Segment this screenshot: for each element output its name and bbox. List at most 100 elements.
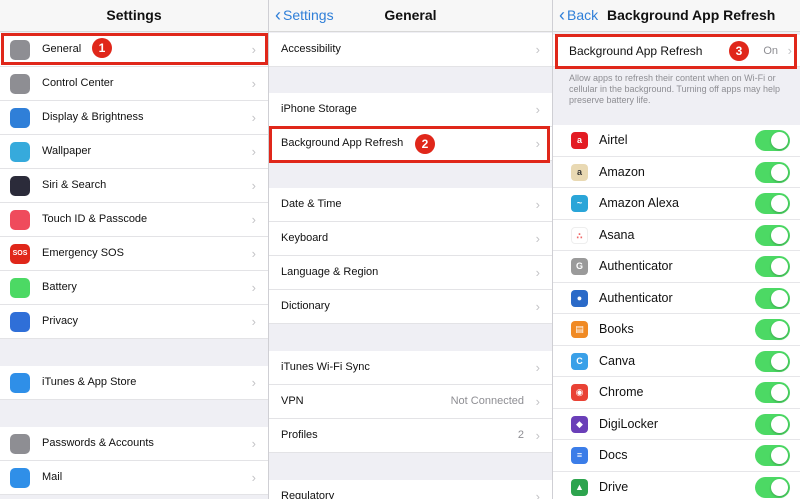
- chevron-right-icon: ›: [535, 231, 540, 246]
- fingerprint-icon: [10, 210, 30, 230]
- settings-item[interactable]: Battery ›: [0, 271, 268, 305]
- app-refresh-toggle[interactable]: [755, 476, 790, 498]
- toggle-knob: [771, 258, 788, 275]
- chevron-right-icon: ›: [535, 265, 540, 280]
- settings-item-label: Privacy: [42, 315, 79, 327]
- general-item-label: iTunes Wi-Fi Sync: [281, 361, 370, 373]
- app-refresh-toggle[interactable]: [755, 319, 790, 340]
- general-item-value: Not Connected: [450, 395, 524, 407]
- setting-highlight: [555, 34, 797, 69]
- general-item[interactable]: Dictionary ›: [269, 290, 552, 324]
- toggle-knob: [771, 195, 788, 212]
- app-row: ▲ Drive: [553, 471, 800, 499]
- app-refresh-toggle[interactable]: [755, 287, 790, 309]
- general-item[interactable]: Language & Region ›: [269, 256, 552, 290]
- settings-item-label: Passwords & Accounts: [42, 437, 154, 449]
- toggle-knob: [771, 384, 788, 401]
- general-highlight: [1, 33, 268, 65]
- settings-item[interactable]: Mail ›: [0, 461, 268, 495]
- general-item[interactable]: iPhone Storage ›: [269, 93, 552, 127]
- app-refresh-toggle[interactable]: [755, 193, 790, 214]
- general-navbar: ‹ Settings General: [269, 0, 552, 32]
- general-panel: ‹ Settings General Accessibility › iPhone S…: [269, 0, 552, 499]
- siri-icon: [10, 176, 30, 196]
- google-authenticator-icon: G: [571, 258, 588, 275]
- app-row: ~ Amazon Alexa: [553, 188, 800, 220]
- app-refresh-toggle[interactable]: [755, 130, 790, 151]
- refresh-description: Allow apps to refresh their content when…: [569, 73, 780, 105]
- bar-title: Background App Refresh: [607, 7, 776, 23]
- app-refresh-toggle[interactable]: [755, 413, 790, 435]
- settings-item-label: Mail: [42, 471, 63, 483]
- general-item-label: Keyboard: [281, 232, 329, 244]
- step-badge-2: 2: [415, 134, 435, 154]
- general-item[interactable]: iTunes Wi-Fi Sync ›: [269, 351, 552, 385]
- toggle-knob: [771, 415, 788, 433]
- chevron-right-icon: ›: [251, 76, 256, 91]
- general-item[interactable]: Profiles 2 ›: [269, 419, 552, 453]
- toggle-knob: [771, 226, 788, 244]
- toggle-knob: [771, 478, 788, 496]
- app-row: ● Authenticator: [553, 282, 800, 314]
- settings-panel: Settings General › Control Center › Display …: [0, 0, 268, 499]
- general-item[interactable]: Regulatory ›: [269, 480, 552, 499]
- chevron-right-icon: ›: [251, 178, 256, 193]
- settings-title: Settings: [106, 7, 162, 23]
- toggle-knob: [771, 321, 788, 338]
- chevron-right-icon: ›: [251, 470, 256, 485]
- app-refresh-toggle[interactable]: [755, 445, 790, 466]
- back-button[interactable]: ‹ Back: [559, 0, 598, 32]
- settings-item[interactable]: Privacy ›: [0, 305, 268, 339]
- general-item[interactable]: VPN Not Connected ›: [269, 385, 552, 419]
- airtel-icon: a: [571, 132, 588, 149]
- settings-item-label: Wallpaper: [42, 145, 92, 157]
- toggle-knob: [771, 289, 788, 307]
- general-item[interactable]: Date & Time ›: [269, 188, 552, 222]
- app-refresh-toggle[interactable]: [755, 350, 790, 372]
- mail-icon: [10, 468, 30, 488]
- canva-icon: C: [571, 352, 588, 370]
- settings-item[interactable]: iTunes & App Store ›: [0, 366, 268, 400]
- background-app-refresh-highlight: [269, 126, 550, 163]
- general-item[interactable]: Keyboard ›: [269, 222, 552, 256]
- toggles-icon: [10, 74, 30, 94]
- app-name: Chrome: [599, 385, 644, 399]
- step-badge-1: 1: [92, 38, 112, 58]
- chevron-right-icon: ›: [535, 102, 540, 117]
- settings-item[interactable]: Touch ID & Passcode ›: [0, 203, 268, 237]
- chevron-right-icon: ›: [535, 299, 540, 314]
- sos-icon: SOS: [10, 244, 30, 264]
- settings-item[interactable]: Wallpaper ›: [0, 135, 268, 169]
- flower-icon: [10, 142, 30, 162]
- settings-item[interactable]: Siri & Search ›: [0, 169, 268, 203]
- settings-item-label: Control Center: [42, 77, 114, 89]
- app-row: ◉ Chrome: [553, 377, 800, 409]
- app-refresh-toggle[interactable]: [755, 256, 790, 277]
- settings-item[interactable]: Passwords & Accounts ›: [0, 427, 268, 461]
- settings-item[interactable]: Display & Brightness ›: [0, 101, 268, 135]
- app-name: Canva: [599, 353, 636, 368]
- app-name: Authenticator: [599, 259, 673, 273]
- app-name: Amazon: [599, 164, 645, 179]
- settings-item[interactable]: Control Center ›: [0, 67, 268, 101]
- chevron-right-icon: ›: [251, 246, 256, 261]
- chevron-right-icon: ›: [535, 197, 540, 212]
- general-item-label: Language & Region: [281, 266, 379, 278]
- toggle-knob: [771, 163, 788, 181]
- chevron-right-icon: ›: [251, 212, 256, 227]
- app-name: Amazon Alexa: [599, 196, 679, 210]
- general-item[interactable]: Accessibility ›: [269, 33, 552, 67]
- app-refresh-toggle[interactable]: [755, 224, 790, 246]
- app-name: Books: [599, 322, 634, 336]
- app-refresh-toggle[interactable]: [755, 382, 790, 403]
- chevron-left-icon: ‹: [559, 5, 565, 25]
- amazon-icon: a: [571, 163, 588, 181]
- text-size-icon: [10, 108, 30, 128]
- app-refresh-toggle[interactable]: [755, 161, 790, 183]
- chevron-right-icon: ›: [251, 144, 256, 159]
- general-item-label: Profiles: [281, 429, 318, 441]
- chevron-right-icon: ›: [251, 314, 256, 329]
- chevron-right-icon: ›: [251, 110, 256, 125]
- toggle-knob: [771, 447, 788, 464]
- settings-item[interactable]: SOS Emergency SOS ›: [0, 237, 268, 271]
